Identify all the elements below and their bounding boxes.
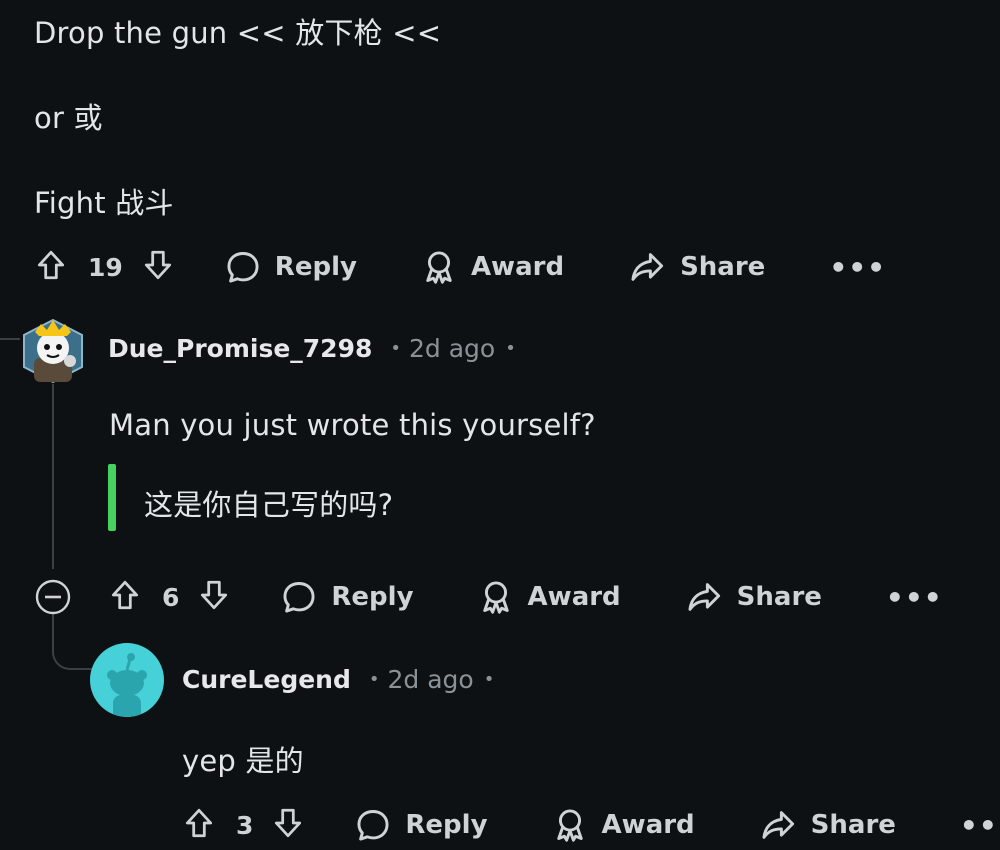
award-icon [421, 249, 457, 285]
reply-label: Reply [274, 252, 357, 282]
reply-button[interactable]: Reply [281, 579, 414, 615]
thread-connector [0, 338, 20, 340]
share-icon [685, 579, 723, 615]
upvote-icon[interactable] [108, 578, 142, 616]
share-button[interactable]: Share [685, 579, 822, 615]
downvote-icon[interactable] [271, 806, 305, 844]
quote-bar [108, 464, 116, 531]
thread-curve [52, 636, 94, 670]
award-label: Award [470, 252, 565, 282]
reply-button[interactable]: Reply [225, 249, 357, 285]
separator-dot: • [390, 338, 401, 359]
award-icon [478, 579, 514, 615]
username[interactable]: Due_Promise_7298 [108, 334, 372, 363]
upvote-icon[interactable] [34, 248, 68, 286]
downvote-icon[interactable] [141, 248, 175, 286]
comment-header: Due_Promise_7298 • 2d ago • [108, 334, 516, 363]
award-label: Award [527, 582, 621, 612]
share-label: Share [680, 252, 766, 282]
separator-dot: • [483, 669, 495, 690]
more-options-icon[interactable]: ••• [886, 581, 943, 614]
share-label: Share [736, 582, 822, 612]
share-button[interactable]: Share [628, 249, 765, 285]
share-icon [759, 807, 797, 843]
reply-button[interactable]: Reply [355, 807, 488, 843]
award-button[interactable]: Award [421, 249, 564, 285]
minus-circle-icon [35, 579, 71, 615]
more-options-icon[interactable]: ••• [960, 809, 1000, 842]
parent-line-1: Drop the gun << 放下枪 << [34, 16, 442, 50]
share-label: Share [810, 810, 896, 840]
share-button[interactable]: Share [759, 807, 896, 843]
separator-dot: • [505, 338, 516, 359]
timestamp[interactable]: 2d ago [409, 334, 495, 363]
username[interactable]: CureLegend [182, 665, 351, 694]
parent-line-3: Fight 战斗 [34, 186, 174, 220]
comment-body: yep 是的 [182, 744, 304, 778]
separator-dot: • [368, 669, 380, 690]
share-icon [628, 249, 666, 285]
parent-action-bar: 19 Reply Award Share ••• [34, 242, 886, 292]
reply-label: Reply [331, 582, 414, 612]
quote-text: 这是你自己写的吗? [144, 488, 394, 522]
collapse-thread-button[interactable] [34, 578, 72, 620]
reply-icon [281, 579, 317, 615]
upvote-icon[interactable] [182, 806, 216, 844]
award-button[interactable]: Award [552, 807, 695, 843]
reply-label: Reply [405, 810, 488, 840]
award-icon [552, 807, 588, 843]
comment2-action-bar: 3 Reply Award Share ••• [182, 800, 1000, 850]
award-label: Award [601, 810, 695, 840]
award-button[interactable]: Award [478, 579, 621, 615]
thread-line [52, 384, 54, 569]
downvote-icon[interactable] [197, 578, 231, 616]
vote-count: 6 [162, 582, 180, 612]
vote-count: 3 [236, 810, 254, 840]
avatar[interactable] [90, 643, 164, 717]
more-options-icon[interactable]: ••• [829, 251, 886, 284]
avatar[interactable] [20, 316, 86, 386]
comment-body: Man you just wrote this yourself? [109, 408, 596, 442]
reply-icon [225, 249, 261, 285]
timestamp[interactable]: 2d ago [388, 665, 474, 694]
comment-header: CureLegend • 2d ago • [182, 665, 494, 694]
parent-line-2: or 或 [34, 101, 103, 135]
comment1-action-bar: 6 Reply Award Share ••• [108, 572, 943, 622]
reply-icon [355, 807, 391, 843]
vote-count: 19 [88, 252, 123, 282]
